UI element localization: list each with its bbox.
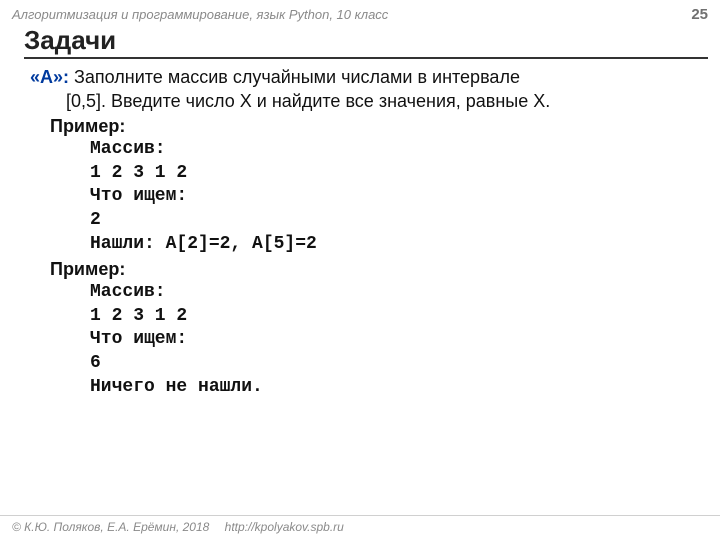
example2-code: Массив: 1 2 3 1 2 Что ищем: 6 Ничего не … xyxy=(30,281,700,400)
task-text-line1: Заполните массив случайными числами в ин… xyxy=(69,67,520,87)
header-subject: Алгоритмизация и программирование, язык … xyxy=(12,7,388,22)
page-title: Задачи xyxy=(24,25,708,59)
example1-code: Массив: 1 2 3 1 2 Что ищем: 2 Нашли: A[2… xyxy=(30,138,700,257)
task-statement: «A»: Заполните массив случайными числами… xyxy=(30,65,700,89)
task-label: «A»: xyxy=(30,67,69,87)
footer-copyright: © К.Ю. Поляков, Е.А. Ерёмин, 2018 xyxy=(12,520,209,534)
page-header: Алгоритмизация и программирование, язык … xyxy=(0,0,720,23)
footer-link[interactable]: http://kpolyakov.spb.ru xyxy=(225,520,344,534)
page-footer: © К.Ю. Поляков, Е.А. Ерёмин, 2018 http:/… xyxy=(0,515,720,540)
page-number: 25 xyxy=(691,6,708,23)
example1-heading: Пример: xyxy=(30,114,700,138)
task-text-line2: [0,5]. Введите число X и найдите все зна… xyxy=(30,89,700,113)
example2-heading: Пример: xyxy=(30,257,700,281)
slide-content: «A»: Заполните массив случайными числами… xyxy=(0,59,720,400)
